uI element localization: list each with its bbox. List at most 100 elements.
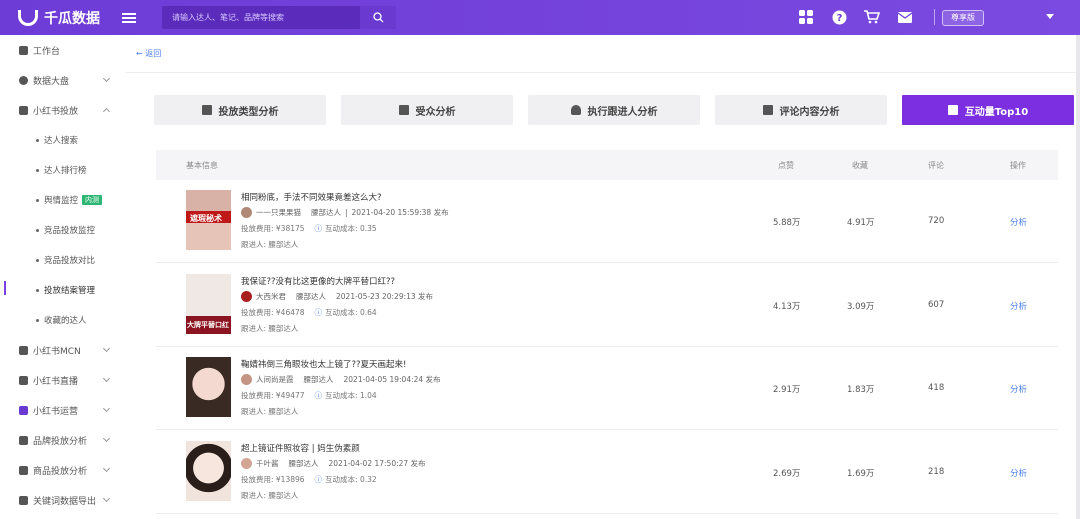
publish-date: 2021-04-05 19:04:24 发布 [343, 375, 441, 384]
chevron-down-icon [102, 404, 111, 413]
note-thumbnail[interactable]: 大牌平替口红 [186, 274, 231, 334]
sidebar-subitem-sentiment[interactable]: 舆情监控 内测 [0, 185, 126, 215]
header-collects[interactable]: 收藏 [852, 160, 868, 171]
author-name[interactable]: 一一只果果猫 [256, 207, 301, 218]
tab-comments[interactable]: 评论内容分析 [715, 95, 887, 125]
cost-value: 投放费用: ¥49477 [241, 391, 305, 400]
chevron-down-icon [102, 494, 111, 503]
grid-icon [19, 45, 28, 55]
header-action: 操作 [1010, 161, 1026, 170]
header-info: 基本信息 [186, 161, 218, 170]
note-title[interactable]: 超上镜证件照妆容 | 妈生伪素颜 [241, 442, 360, 454]
sidebar-item-mcn[interactable]: 小红书MCN [0, 335, 126, 365]
comments-value: 218 [928, 467, 945, 477]
author-name[interactable]: 人间尚是霞 [256, 374, 294, 385]
document-icon [398, 105, 409, 115]
sidebar-item-label: 品牌投放分析 [33, 436, 88, 447]
sidebar-subitem-search[interactable]: 达人搜索 [0, 125, 126, 155]
note-thumbnail[interactable]: 遮瑕秘术 [186, 190, 231, 250]
rate-value: 互动成本: 0.64 [325, 308, 377, 317]
sidebar-item-live[interactable]: 小红书直播 [0, 365, 126, 395]
sidebar-subitem-label: 收藏的达人 [44, 316, 87, 326]
collects-value: 1.69万 [847, 469, 875, 479]
person-icon [570, 105, 581, 115]
collects-value: 3.09万 [847, 302, 875, 312]
question-icon: ⓘ [314, 308, 323, 317]
mcn-icon [19, 345, 28, 355]
publish-date: 2021-04-02 17:50:27 发布 [328, 459, 426, 468]
note-thumbnail[interactable] [186, 357, 231, 417]
analyze-link[interactable]: 分析 [1010, 300, 1027, 312]
menu-toggle-icon[interactable] [122, 12, 136, 23]
note-thumbnail[interactable] [186, 441, 231, 501]
note-title[interactable]: 鞠婧祎倒三角眼妆也太上镜了??夏天画起来! [241, 358, 406, 370]
analyze-link[interactable]: 分析 [1010, 467, 1027, 479]
bar-chart-icon [19, 435, 28, 445]
thumb-text: 遮瑕秘术 [190, 214, 222, 223]
chevron-down-icon [102, 344, 111, 353]
sidebar-item-label: 工作台 [33, 46, 61, 57]
author-name[interactable]: 大西米君 [256, 291, 286, 302]
publish-date: 2021-04-20 15:59:38 发布 [351, 208, 449, 217]
search-button[interactable] [360, 6, 396, 29]
note-title[interactable]: 我保证??没有比这更像的大牌平替口红?? [241, 275, 395, 287]
logo-icon [18, 9, 38, 26]
chevron-down-icon [102, 434, 111, 443]
tab-top10[interactable]: 互动量Top10 [902, 95, 1074, 125]
avatar [241, 291, 252, 302]
svg-text:?: ? [836, 13, 842, 24]
sidebar-item-dashboard[interactable]: 数据大盘 [0, 65, 126, 95]
author-name[interactable]: 千叶酱 [256, 458, 279, 469]
sidebar-subitem-label: 竞品投放监控 [44, 226, 96, 236]
likes-value: 2.69万 [773, 469, 801, 479]
tab-delivery-type[interactable]: 投放类型分析 [154, 95, 326, 125]
tab-label: 受众分析 [415, 106, 456, 118]
sidebar-item-keyword-export[interactable]: 关键词数据导出 [0, 485, 126, 515]
sidebar-item-brand-analysis[interactable]: 品牌投放分析 [0, 425, 126, 455]
author-level: 腰部达人 [296, 292, 326, 301]
bullet [36, 258, 39, 262]
header-likes[interactable]: 点赞 [778, 160, 794, 171]
thumb-text: 大牌平替口红 [187, 321, 229, 329]
chevron-down-icon[interactable] [1046, 14, 1054, 19]
sidebar-item-xhs-ads[interactable]: 小红书投放 [0, 95, 126, 125]
sidebar-subitem-label: 达人排行榜 [44, 166, 87, 176]
help-icon[interactable]: ? [831, 9, 847, 25]
sidebar-item-label: 小红书投放 [33, 106, 79, 117]
analyze-link[interactable]: 分析 [1010, 216, 1027, 228]
tab-audience[interactable]: 受众分析 [341, 95, 513, 125]
scrollbar[interactable] [1076, 35, 1080, 519]
tier-badge[interactable]: 尊享版 [942, 10, 984, 26]
sidebar-item-operations[interactable]: 小红书运营 [0, 395, 126, 425]
table-row: 遮瑕秘术 相同粉底，手法不同效果竟差这么大? 一一只果果猫 腰部达人 | 2021-0… [156, 180, 1058, 263]
sidebar-subitem-competitor-monitor[interactable]: 竞品投放监控 [0, 215, 126, 245]
sidebar-item-label: 小红书运营 [33, 406, 79, 417]
sidebar-subitem-favorites[interactable]: 收藏的达人 [0, 305, 126, 335]
tab-label: 投放类型分析 [218, 106, 279, 118]
sidebar-subitem-label: 舆情监控 [44, 196, 79, 206]
header-comments[interactable]: 评论 [928, 160, 944, 171]
search-input[interactable] [162, 13, 352, 22]
sidebar-subitem-label: 达人搜索 [44, 136, 79, 146]
sidebar-subitem-ranking[interactable]: 达人排行榜 [0, 155, 126, 185]
note-title[interactable]: 相同粉底，手法不同效果竟差这么大? [241, 191, 382, 203]
cart-icon[interactable] [864, 9, 880, 25]
main-content: ← 返回 投放类型分析 受众分析 执行跟进人分析 评论内容分析 互动量Top10… [126, 35, 1080, 519]
apps-icon[interactable] [798, 9, 814, 25]
tab-label: 评论内容分析 [779, 106, 840, 118]
chevron-down-icon [102, 374, 111, 383]
comments-value: 607 [928, 300, 945, 310]
sidebar-item-workbench[interactable]: 工作台 [0, 35, 126, 65]
brand-logo[interactable]: 千瓜数据 [18, 8, 100, 28]
note-meta: 大西米君 腰部达人 2021-05-23 20:29:13 发布 [241, 291, 433, 302]
analyze-link[interactable]: 分析 [1010, 383, 1027, 395]
sidebar-subitem-competitor-compare[interactable]: 竞品投放对比 [0, 245, 126, 275]
back-link[interactable]: ← 返回 [136, 48, 161, 59]
mail-icon[interactable] [897, 9, 913, 25]
cost-value: 投放费用: ¥46478 [241, 308, 305, 317]
cost-value: 投放费用: ¥13896 [241, 475, 305, 484]
sidebar-subitem-case-management[interactable]: 投放结案管理 [0, 275, 126, 305]
tab-follower[interactable]: 执行跟进人分析 [528, 95, 700, 125]
avatar [241, 374, 252, 385]
sidebar-item-goods-analysis[interactable]: 商品投放分析 [0, 455, 126, 485]
